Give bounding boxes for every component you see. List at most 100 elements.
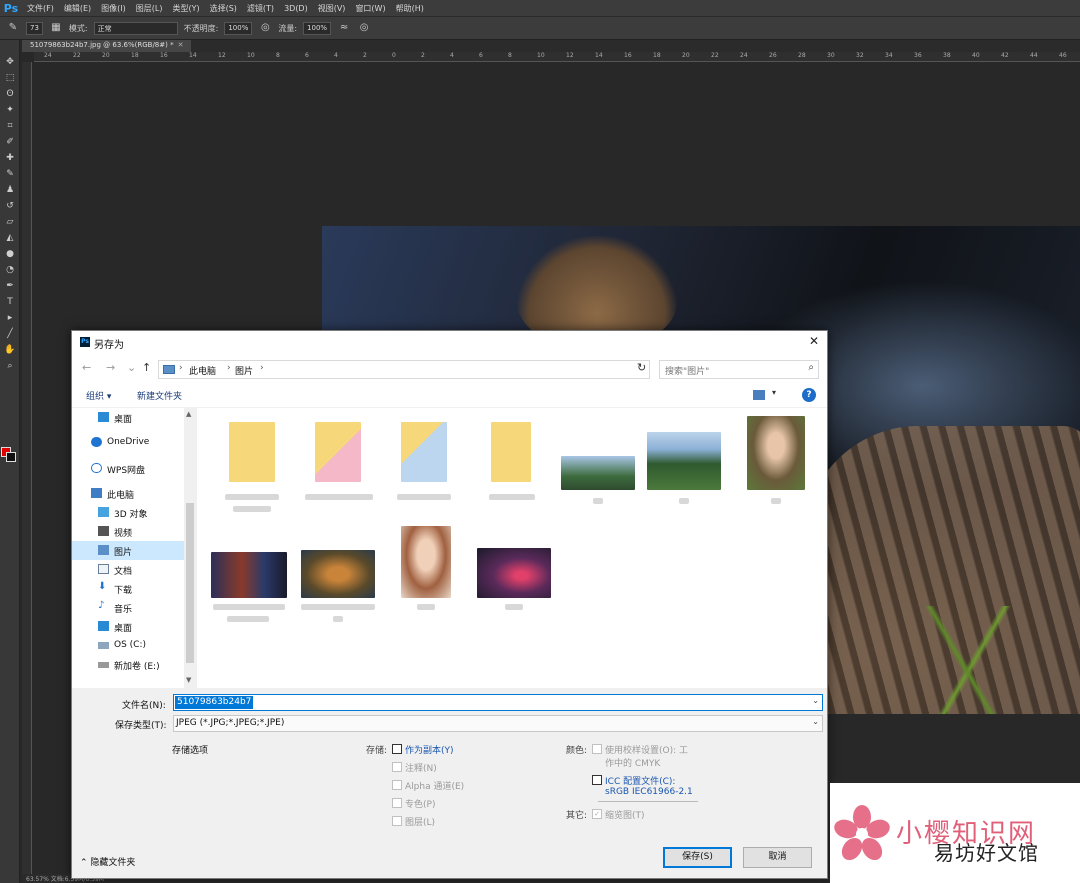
thumbnail-checkbox[interactable]: ✓ [592,809,602,819]
eraser-tool-icon[interactable]: ▱ [0,214,20,230]
marquee-tool-icon[interactable]: ⬚ [0,70,20,86]
navigation-scrollbar[interactable]: ▲ ▼ [184,408,196,688]
crop-tool-icon[interactable]: ⌗ [0,118,20,134]
alpha-channels-checkbox[interactable] [392,780,402,790]
menu-type[interactable]: 类型(Y) [167,3,204,14]
magic-wand-tool-icon[interactable]: ✦ [0,102,20,118]
lasso-tool-icon[interactable]: ʘ [0,86,20,102]
organize-button[interactable]: 组织 ▾ [86,389,111,402]
zoom-tool-icon[interactable]: ⌕ [0,358,20,374]
brush-tool-icon[interactable]: ✎ [0,166,20,182]
menu-window[interactable]: 窗口(W) [350,3,390,14]
nav-item-this-pc[interactable]: 此电脑 [72,484,184,503]
dodge-tool-icon[interactable]: ◔ [0,262,20,278]
search-input[interactable]: 搜索"图片" ⌕ [659,360,819,379]
notes-checkbox[interactable] [392,762,402,772]
image-item[interactable] [645,416,729,516]
save-button[interactable]: 保存(S) [663,847,732,868]
nav-item-onedrive[interactable]: OneDrive [72,433,184,452]
address-bar[interactable]: › 此电脑 › 图片 › ⌄ [158,360,718,379]
proof-setup-checkbox[interactable] [592,744,602,754]
pen-tool-icon[interactable]: ✒ [0,278,20,294]
file-type-select[interactable]: JPEG (*.JPG;*.JPEG;*.JPE) ⌄ [173,715,823,732]
hide-folders-toggle[interactable]: ⌃ 隐藏文件夹 [80,855,135,868]
airbrush-icon[interactable]: ≈ [337,21,351,35]
brush-size-picker[interactable]: 73 [26,21,43,35]
brush-panel-icon[interactable]: ▦ [49,21,63,35]
menu-select[interactable]: 选择(S) [205,3,242,14]
breadcrumb-pictures[interactable]: 图片 [235,364,253,377]
menu-file[interactable]: 文件(F) [22,3,59,14]
refresh-icon[interactable]: ↻ [637,361,646,374]
brush-tool-icon[interactable]: ✎ [6,21,20,35]
breadcrumb-this-pc[interactable]: 此电脑 [189,364,216,377]
nav-item-videos[interactable]: 视频 [72,522,184,541]
path-select-tool-icon[interactable]: ▸ [0,310,20,326]
flow-field[interactable]: 100% [303,21,332,35]
opacity-field[interactable]: 100% [224,21,253,35]
paint-bucket-tool-icon[interactable]: ◭ [0,230,20,246]
line-tool-icon[interactable]: ╱ [0,326,20,342]
healing-brush-tool-icon[interactable]: ✚ [0,150,20,166]
menu-image[interactable]: 图像(I) [96,3,131,14]
view-mode-icon[interactable] [753,390,765,400]
pressure-size-icon[interactable]: ◎ [357,21,371,35]
menu-view[interactable]: 视图(V) [313,3,351,14]
scroll-up-icon[interactable]: ▲ [186,410,191,418]
as-copy-checkbox[interactable] [392,744,402,754]
chevron-down-icon[interactable]: ⌄ [812,717,819,726]
chevron-down-icon[interactable]: ⌄ [812,696,819,705]
image-item[interactable] [207,526,291,626]
chevron-right-icon[interactable]: › [260,363,264,373]
recent-dropdown-icon[interactable]: ⌄ [127,361,136,374]
hand-tool-icon[interactable]: ✋ [0,342,20,358]
image-item[interactable] [387,526,471,626]
nav-item-drive-e[interactable]: 新加卷 (E:) [72,655,184,674]
folder-item[interactable] [387,416,471,516]
chevron-down-icon[interactable]: ▾ [772,388,776,397]
nav-item-desktop[interactable]: 桌面 [72,408,184,427]
forward-arrow-icon[interactable]: → [106,361,115,374]
stamp-tool-icon[interactable]: ♟ [0,182,20,198]
nav-item-documents[interactable]: 文档 [72,560,184,579]
folder-item[interactable] [215,416,299,516]
menu-filter[interactable]: 滤镜(T) [242,3,279,14]
cancel-button[interactable]: 取消 [743,847,812,868]
image-item[interactable] [297,526,381,626]
scroll-down-icon[interactable]: ▼ [186,676,191,684]
image-item[interactable] [731,416,815,516]
chevron-right-icon[interactable]: › [227,363,231,373]
image-item[interactable] [473,526,557,626]
move-tool-icon[interactable]: ✥ [0,54,20,70]
menu-help[interactable]: 帮助(H) [391,3,429,14]
chevron-right-icon[interactable]: › [179,363,183,373]
nav-item-downloads[interactable]: ⬇ 下载 [72,579,184,598]
blur-tool-icon[interactable]: ● [0,246,20,262]
nav-item-wps[interactable]: WPS网盘 [72,459,184,478]
nav-item-pictures[interactable]: 图片 [72,541,184,560]
document-tab[interactable]: 51079863b24b7.jpg @ 63.6%(RGB/8#) * ✕ [22,40,192,52]
pressure-opacity-icon[interactable]: ◎ [258,21,272,35]
background-color-swatch[interactable] [6,452,16,462]
close-icon[interactable]: ✕ [178,41,184,49]
history-brush-tool-icon[interactable]: ↺ [0,198,20,214]
nav-item-drive-c[interactable]: OS (C:) [72,636,184,655]
icc-profile-checkbox[interactable] [592,775,602,785]
back-arrow-icon[interactable]: ← [82,361,91,374]
folder-item[interactable] [473,416,557,516]
scroll-thumb[interactable] [186,503,194,663]
file-name-input[interactable]: 51079863b24b7 ⌄ [173,694,823,711]
type-tool-icon[interactable]: T [0,294,20,310]
mode-select[interactable]: 正常 [93,21,178,35]
nav-item-music[interactable]: ♪ 音乐 [72,598,184,617]
menu-layer[interactable]: 图层(L) [131,3,168,14]
image-item[interactable] [559,416,643,516]
up-arrow-icon[interactable]: ↑ [142,361,151,374]
spot-colors-checkbox[interactable] [392,798,402,808]
menu-3d[interactable]: 3D(D) [279,4,313,13]
search-icon[interactable]: ⌕ [808,362,814,373]
eyedropper-tool-icon[interactable]: ✐ [0,134,20,150]
close-icon[interactable]: ✕ [809,334,819,348]
help-icon[interactable]: ? [802,388,816,402]
nav-item-3d-objects[interactable]: 3D 对象 [72,503,184,522]
